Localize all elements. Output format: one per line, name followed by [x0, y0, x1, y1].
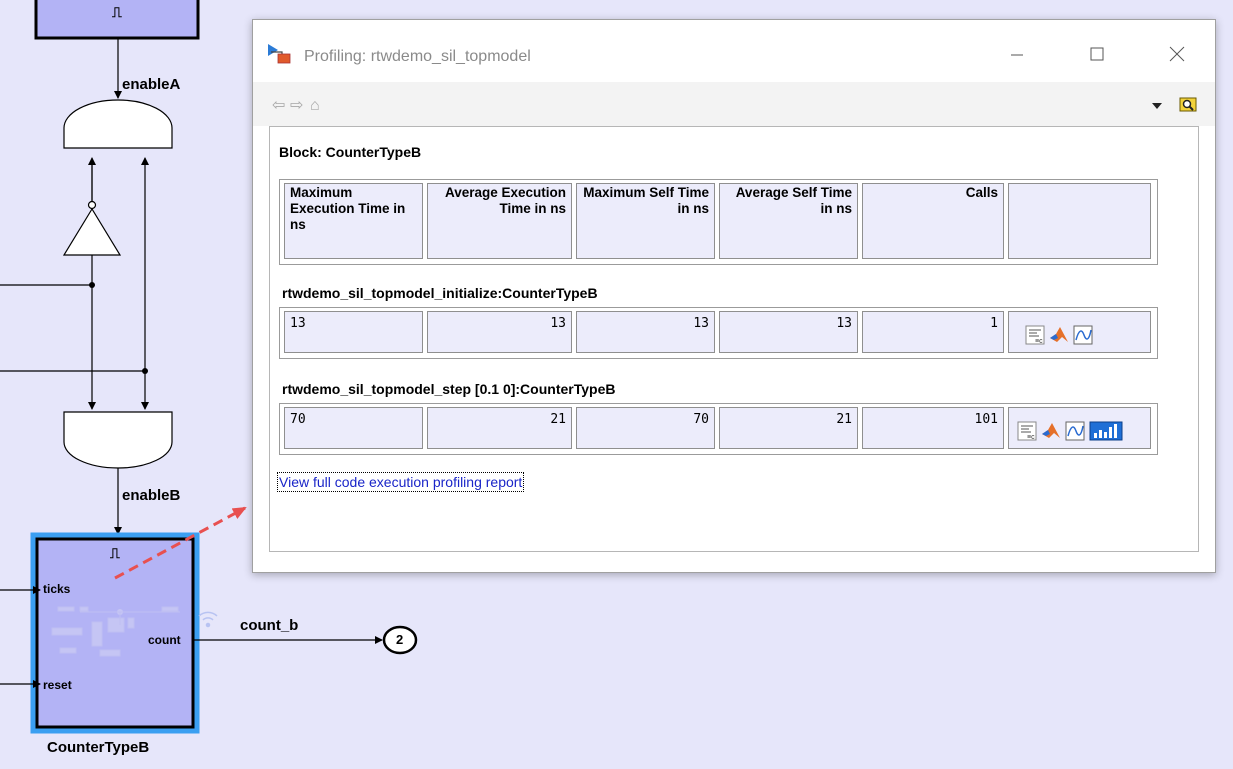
code-icon[interactable]: ≡c [1025, 325, 1045, 345]
find-icon[interactable] [1179, 95, 1197, 113]
counter-enable-symbol: ⎍ [110, 545, 120, 561]
code-icon[interactable]: ≡c [1017, 421, 1037, 441]
port-count-label: count [148, 633, 181, 647]
header-table: Maximum Execution Time in ns Average Exe… [279, 179, 1158, 265]
row-label-step: rtwdemo_sil_topmodel_step [0.1 0]:Counte… [282, 381, 616, 397]
header-avg-exec-time: Average Execution Time in ns [427, 183, 572, 259]
maximize-button[interactable] [1077, 38, 1117, 72]
port-ticks-label: ticks [43, 582, 71, 596]
not-gate[interactable] [62, 160, 122, 256]
cell-max-self: 13 [576, 311, 715, 353]
report-content: Block: CounterTypeB Maximum Execution Ti… [269, 126, 1199, 552]
plot-icon[interactable] [1073, 325, 1093, 345]
header-actions [1008, 183, 1151, 259]
svg-text:≡c: ≡c [1035, 338, 1043, 345]
bar-chart-icon[interactable] [1089, 421, 1123, 441]
minimize-button[interactable] [997, 38, 1037, 72]
full-report-link[interactable]: View full code execution profiling repor… [276, 472, 525, 492]
table-row-initialize: 13 13 13 13 1 ≡c [279, 307, 1158, 359]
minimize-icon [1011, 54, 1023, 56]
browser-toolbar: ⇦ ⇨ ⌂ [253, 82, 1215, 126]
cell-calls: 101 [862, 407, 1004, 449]
count-b-label: count_b [240, 617, 299, 634]
cell-calls: 1 [862, 311, 1004, 353]
cell-avg-exec: 13 [427, 311, 572, 353]
close-button[interactable] [1157, 38, 1197, 72]
signal-logging-icon [198, 611, 218, 628]
enableB-label: enableB [122, 487, 181, 504]
header-max-self-time: Maximum Self Time in ns [576, 183, 715, 259]
forward-icon[interactable]: ⇨ [290, 98, 303, 114]
cell-avg-self: 13 [719, 311, 858, 353]
and-gate-b[interactable] [63, 411, 173, 469]
profiling-window[interactable]: Profiling: rtwdemo_sil_topmodel ⇦ ⇨ ⌂ Bl… [252, 19, 1216, 573]
dropdown-arrow-icon[interactable] [1151, 101, 1163, 111]
plot-icon[interactable] [1065, 421, 1085, 441]
top-block-enable-symbol: ⎍ [112, 4, 122, 20]
svg-text:≡c: ≡c [1027, 434, 1035, 441]
header-avg-self-time: Average Self Time in ns [719, 183, 858, 259]
window-titlebar[interactable]: Profiling: rtwdemo_sil_topmodel [253, 20, 1215, 82]
cell-max-self: 70 [576, 407, 715, 449]
header-calls: Calls [862, 183, 1004, 259]
back-icon[interactable]: ⇦ [272, 98, 285, 114]
cell-actions: ≡c [1008, 407, 1151, 449]
cell-avg-exec: 21 [427, 407, 572, 449]
cell-actions: ≡c [1008, 311, 1151, 353]
home-icon[interactable]: ⌂ [310, 98, 320, 114]
maximize-icon [1090, 47, 1104, 61]
close-icon [1169, 46, 1185, 62]
header-max-exec-time: Maximum Execution Time in ns [284, 183, 423, 259]
window-title: Profiling: rtwdemo_sil_topmodel [304, 48, 531, 65]
outport-number: 2 [396, 632, 404, 647]
block-name-label[interactable]: CounterTypeB [47, 740, 149, 755]
cell-avg-self: 21 [719, 407, 858, 449]
cell-max-exec: 70 [284, 407, 423, 449]
enableA-label: enableA [122, 76, 181, 93]
simulink-app-icon [268, 44, 291, 64]
table-row-step: 70 21 70 21 101 ≡c [279, 403, 1158, 455]
port-reset-label: reset [43, 678, 72, 692]
matlab-icon[interactable] [1049, 325, 1069, 345]
matlab-icon[interactable] [1041, 421, 1061, 441]
block-title: Block: CounterTypeB [279, 144, 422, 160]
cell-max-exec: 13 [284, 311, 423, 353]
row-label-initialize: rtwdemo_sil_topmodel_initialize:CounterT… [282, 285, 598, 301]
and-gate-a[interactable] [63, 99, 173, 149]
